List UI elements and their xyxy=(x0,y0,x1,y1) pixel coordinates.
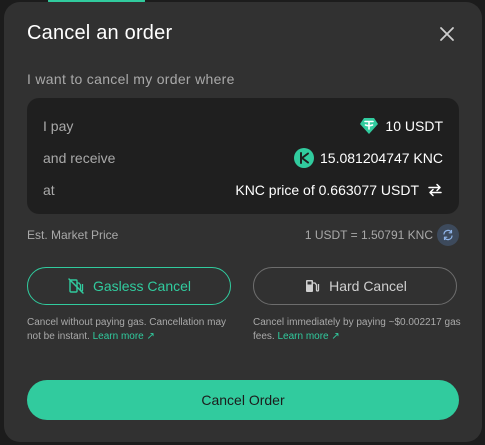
hard-learn-more-label: Learn more xyxy=(277,331,329,342)
price-value-group: KNC price of 0.663077 USDT xyxy=(235,182,443,198)
gasless-cancel-label: Gasless Cancel xyxy=(92,278,192,294)
order-summary: I pay 10 USDT and receive 15.081204747 K… xyxy=(27,98,459,214)
refresh-icon xyxy=(443,229,453,241)
modal-subtitle: I want to cancel my order where xyxy=(27,71,235,87)
pay-label: I pay xyxy=(43,118,74,134)
gasless-learn-more-label: Learn more xyxy=(92,331,144,342)
knc-token-icon xyxy=(294,148,314,168)
hard-cancel-label: Hard Cancel xyxy=(329,278,407,294)
cancel-order-label: Cancel Order xyxy=(201,392,285,408)
modal-title: Cancel an order xyxy=(27,22,173,44)
market-price-label: Est. Market Price xyxy=(27,228,119,242)
pay-value-group: 10 USDT xyxy=(359,116,443,136)
pay-value: 10 USDT xyxy=(385,118,443,134)
cancel-order-modal: Cancel an order I want to cancel my orde… xyxy=(4,2,482,442)
refresh-rate-button[interactable] xyxy=(437,224,459,246)
receive-value-group: 15.081204747 KNC xyxy=(294,148,443,168)
gasless-learn-more-link[interactable]: Learn more ↗ xyxy=(93,331,155,342)
market-rate-group: 1 USDT = 1.50791 KNC xyxy=(305,224,459,246)
hard-cancel-description: Cancel immediately by paying ~$0.002217 … xyxy=(253,316,463,344)
cancel-order-button[interactable]: Cancel Order xyxy=(27,380,459,420)
hard-learn-more-link[interactable]: Learn more ↗ xyxy=(277,331,339,342)
at-label: at xyxy=(43,182,55,198)
gasless-cancel-button[interactable]: Gasless Cancel xyxy=(27,267,231,305)
gasless-description: Cancel without paying gas. Cancellation … xyxy=(27,316,233,344)
gas-pump-icon xyxy=(306,280,320,292)
price-value: KNC price of 0.663077 USDT xyxy=(235,182,419,198)
close-icon[interactable] xyxy=(438,25,456,43)
usdt-token-icon xyxy=(360,118,379,134)
receive-value: 15.081204747 KNC xyxy=(320,150,443,166)
swap-arrows-icon[interactable] xyxy=(427,182,443,198)
market-rate: 1 USDT = 1.50791 KNC xyxy=(304,228,433,242)
receive-row: and receive 15.081204747 KNC xyxy=(43,148,443,168)
market-price-row: Est. Market Price 1 USDT = 1.50791 KNC xyxy=(27,224,459,246)
pay-row: I pay 10 USDT xyxy=(43,116,443,136)
receive-label: and receive xyxy=(43,150,116,166)
no-gas-icon xyxy=(68,278,84,294)
price-row: at KNC price of 0.663077 USDT xyxy=(43,180,443,200)
hard-cancel-button[interactable]: Hard Cancel xyxy=(253,267,457,305)
